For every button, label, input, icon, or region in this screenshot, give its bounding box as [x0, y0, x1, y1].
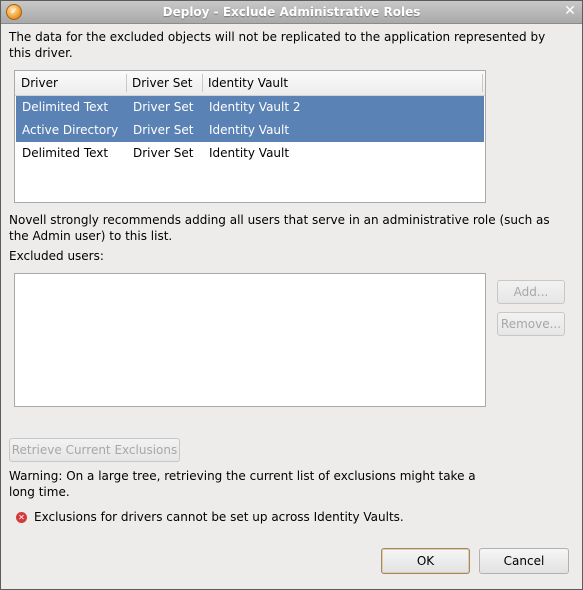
column-header-driver[interactable]: Driver: [21, 76, 58, 90]
vault-cell: Identity Vault 2: [209, 100, 301, 114]
add-button[interactable]: Add...: [497, 280, 565, 304]
error-message: Exclusions for drivers cannot be set up …: [34, 510, 404, 524]
driver-cell: Delimited Text: [22, 146, 109, 160]
intro-text: The data for the excluded objects will n…: [9, 30, 546, 60]
vault-cell: Identity Vault: [209, 146, 290, 160]
driver-set-cell: Driver Set: [133, 123, 194, 137]
retrieve-exclusions-button[interactable]: Retrieve Current Exclusions: [9, 438, 180, 462]
driver-cell: Delimited Text: [22, 100, 109, 114]
column-header-identity-vault[interactable]: Identity Vault: [208, 76, 288, 90]
column-header-driver-set[interactable]: Driver Set: [132, 76, 192, 90]
drivers-table[interactable]: Driver Driver Set Identity Vault Delimit…: [14, 70, 486, 203]
error-icon: ✕: [16, 512, 27, 523]
table-row[interactable]: Delimited Text Driver Set Identity Vault: [16, 142, 484, 165]
driver-set-cell: Driver Set: [133, 146, 194, 160]
table-header: Driver Driver Set Identity Vault: [15, 71, 485, 96]
excluded-users-list[interactable]: [14, 273, 486, 407]
excluded-users-label: Excluded users:: [9, 249, 104, 263]
column-separator[interactable]: [126, 74, 127, 92]
warning-text: Warning: On a large tree, retrieving the…: [9, 469, 476, 499]
cancel-button[interactable]: Cancel: [479, 548, 569, 574]
ok-button[interactable]: OK: [381, 548, 470, 574]
column-separator[interactable]: [202, 74, 203, 92]
window-title: Deploy - Exclude Administrative Roles: [162, 5, 421, 19]
remove-button[interactable]: Remove...: [497, 312, 565, 336]
close-icon[interactable]: ✕: [563, 4, 577, 18]
driver-cell: Active Directory: [22, 123, 119, 137]
title-bar[interactable]: ✓ Deploy - Exclude Administrative Roles …: [1, 1, 582, 24]
dialog-window: ✓ Deploy - Exclude Administrative Roles …: [0, 0, 583, 590]
table-row[interactable]: Active Directory Driver Set Identity Vau…: [16, 119, 484, 142]
driver-set-cell: Driver Set: [133, 100, 194, 114]
table-row[interactable]: Delimited Text Driver Set Identity Vault…: [16, 96, 484, 119]
vault-cell: Identity Vault: [209, 123, 290, 137]
recommend-text: Novell strongly recommends adding all us…: [9, 213, 550, 243]
column-separator[interactable]: [482, 74, 483, 92]
